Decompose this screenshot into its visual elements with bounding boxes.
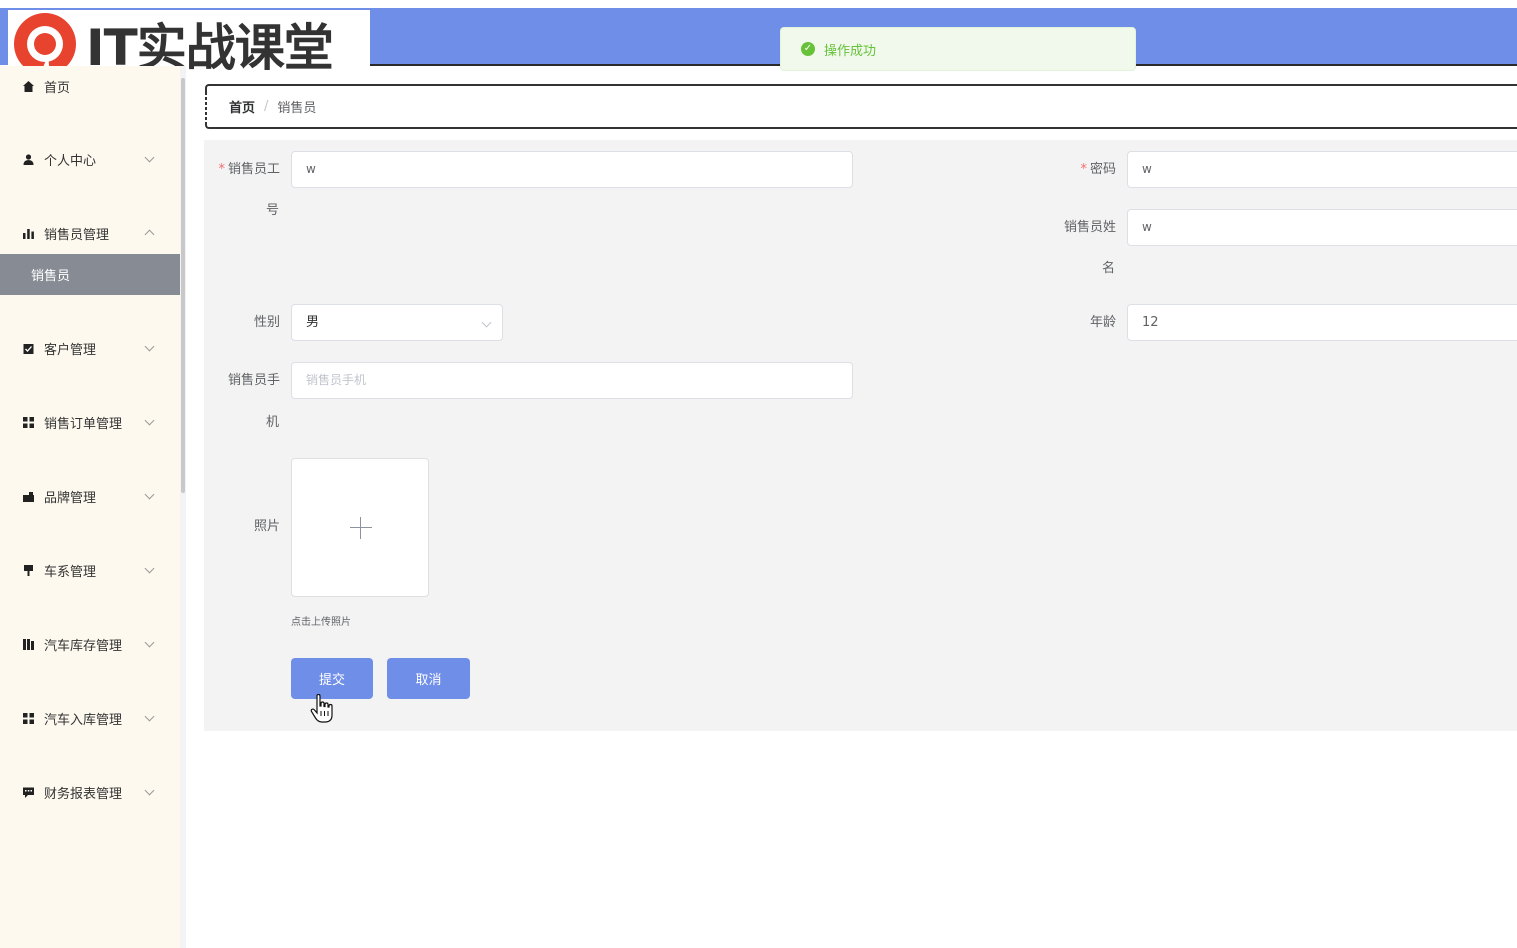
top-strip <box>0 0 1517 8</box>
sidebar-item-label: 品牌管理 <box>44 490 97 506</box>
sidebar-item-home[interactable]: 首页 <box>0 66 180 106</box>
sidebar-item-brand-mgmt[interactable]: 品牌管理 <box>0 476 180 516</box>
chevron-down-icon <box>144 341 155 352</box>
salesperson-id-label-wrap: 号 <box>266 203 280 218</box>
breadcrumb-separator: / <box>264 99 269 114</box>
salesperson-id-label: * 销售员工 <box>218 162 280 177</box>
breadcrumb-current: 销售员 <box>277 101 317 116</box>
sidebar-item-salesperson-mgmt[interactable]: 销售员管理 <box>0 213 180 253</box>
submit-button[interactable]: 提交 <box>291 658 373 699</box>
plus-icon <box>350 527 372 528</box>
password-input[interactable]: w <box>1127 151 1517 188</box>
chevron-up-icon <box>144 229 155 240</box>
grid-icon <box>22 416 34 428</box>
message-icon <box>22 786 34 798</box>
required-mark: * <box>1080 162 1087 177</box>
sidebar-item-label: 客户管理 <box>44 342 97 358</box>
upload-tip: 点击上传照片 <box>291 617 351 628</box>
grid-icon <box>22 712 34 724</box>
home-icon <box>22 80 34 92</box>
check-circle-icon: ✓ <box>801 42 815 56</box>
age-input[interactable]: 12 <box>1127 304 1517 341</box>
sidebar-item-customer-mgmt[interactable]: 客户管理 <box>0 328 180 368</box>
sidebar-item-finance-mgmt[interactable]: 财务报表管理 <box>0 772 180 812</box>
chevron-down-icon <box>144 489 155 500</box>
toast-message: 操作成功 <box>824 43 877 59</box>
phone-label-wrap: 机 <box>266 415 280 430</box>
sidebar-item-inventory-mgmt[interactable]: 汽车库存管理 <box>0 624 180 664</box>
sidebar-item-profile[interactable]: 个人中心 <box>0 139 180 179</box>
required-mark: * <box>218 162 225 177</box>
sidebar-subitem-salesperson[interactable]: 销售员 <box>0 254 180 295</box>
chevron-down-icon <box>144 563 155 574</box>
sidebar-item-label: 汽车入库管理 <box>44 712 123 728</box>
chevron-down-icon <box>144 152 155 163</box>
success-toast: ✓ 操作成功 <box>780 27 1136 71</box>
sidebar-subitem-label: 销售员 <box>31 269 71 284</box>
bookmark-icon <box>22 564 34 576</box>
breadcrumb-home[interactable]: 首页 <box>229 97 255 116</box>
sidebar-item-label: 销售订单管理 <box>44 416 123 432</box>
password-label: * 密码 <box>1080 162 1116 177</box>
sidebar-scrollbar[interactable] <box>181 78 185 493</box>
gender-label: 性别 <box>253 315 280 330</box>
breadcrumb: 首页 / 销售员 <box>205 84 1517 129</box>
sidebar-item-label: 汽车库存管理 <box>44 638 123 654</box>
sidebar-item-label: 个人中心 <box>44 153 97 169</box>
sidebar-item-inbound-mgmt[interactable]: 汽车入库管理 <box>0 698 180 738</box>
sidebar-item-sales-order-mgmt[interactable]: 销售订单管理 <box>0 402 180 442</box>
sidebar-item-label: 首页 <box>44 80 71 96</box>
chevron-down-icon <box>144 637 155 648</box>
chevron-down-icon <box>481 317 492 328</box>
plus-icon-vertical <box>360 517 361 539</box>
sidebar-item-label: 车系管理 <box>44 564 97 580</box>
hand-cursor-icon <box>310 694 333 723</box>
phone-input[interactable]: 销售员手机 <box>291 362 853 399</box>
user-icon <box>22 153 34 165</box>
sidebar-item-series-mgmt[interactable]: 车系管理 <box>0 550 180 590</box>
salesperson-name-input[interactable]: w <box>1127 209 1517 246</box>
photo-upload[interactable] <box>291 458 429 597</box>
photo-label: 照片 <box>253 519 280 534</box>
gender-select[interactable]: 男 <box>291 304 503 341</box>
clipboard-icon <box>22 342 34 354</box>
sidebar-item-label: 财务报表管理 <box>44 786 123 802</box>
chevron-down-icon <box>144 785 155 796</box>
gender-select-value: 男 <box>306 315 320 330</box>
tag-icon <box>22 490 34 502</box>
book-icon <box>22 638 34 650</box>
salesperson-id-input[interactable]: w <box>291 151 853 188</box>
salesperson-name-label-wrap: 名 <box>1102 261 1116 276</box>
age-label: 年龄 <box>1089 315 1116 330</box>
sidebar-item-label: 销售员管理 <box>44 227 110 243</box>
bar-chart-icon <box>22 227 34 239</box>
phone-label: 销售员手 <box>227 373 280 388</box>
chevron-down-icon <box>144 415 155 426</box>
salesperson-name-label: 销售员姓 <box>1063 220 1116 235</box>
cancel-button[interactable]: 取消 <box>387 658 470 699</box>
chevron-down-icon <box>144 711 155 722</box>
